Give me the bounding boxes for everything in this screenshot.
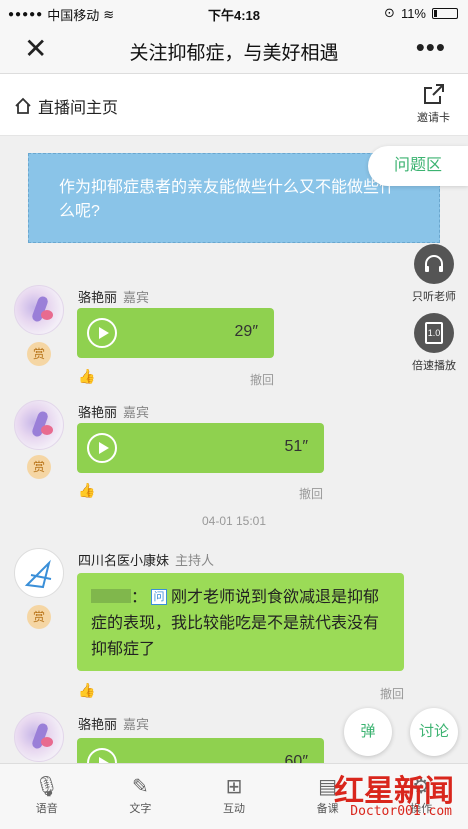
voice-message[interactable]: 51″ <box>77 423 324 473</box>
pen-icon: ✎ <box>132 776 149 798</box>
sender-role: 嘉宾 <box>123 290 150 305</box>
sender-name: 骆艳丽 <box>78 290 118 305</box>
listen-teacher-only-button[interactable]: 只听老师 <box>410 244 458 304</box>
like-icon[interactable]: 👍 <box>78 682 95 699</box>
watermark: 红星新闻 Doctor001.com <box>330 760 460 826</box>
play-icon <box>87 318 117 348</box>
grid-icon: ⊞ <box>225 776 243 798</box>
avatar[interactable] <box>14 285 64 335</box>
tab-label: 互动 <box>222 803 245 815</box>
sender-name: 四川名医小康妹 <box>78 553 170 568</box>
question-text: 作为抑郁症患者的亲友能做些什么又不能做些什么呢? <box>59 179 396 220</box>
like-icon[interactable]: 👍 <box>78 368 95 385</box>
reward-button[interactable]: 赏 <box>27 605 51 629</box>
voice-duration: 29″ <box>234 323 258 340</box>
nav-bar: ✕ 关注抑郁症，与美好相遇 ••• <box>0 26 468 74</box>
text-message[interactable]: ：问刚才老师说到食欲减退是抑郁症的表现，我比较能吃是不是就代表没有抑郁症了 <box>77 573 404 671</box>
tab-voice[interactable]: 🎙 语音 <box>0 764 94 829</box>
sender-role: 嘉宾 <box>123 405 150 420</box>
tab-label: 语音 <box>35 803 58 815</box>
invite-card-button[interactable]: 邀请卡 <box>417 82 450 125</box>
avatar[interactable] <box>14 400 64 450</box>
watermark-site: Doctor001.com <box>350 804 452 819</box>
reward-button[interactable]: 赏 <box>27 342 51 366</box>
battery-percent: 11% <box>400 5 426 21</box>
blurred-username <box>91 589 131 603</box>
sender-row: 骆艳丽 嘉宾 <box>78 287 149 306</box>
sender-role: 嘉宾 <box>123 717 150 732</box>
message-text: 刚才老师说到食欲减退是抑郁症的表现，我比较能吃是不是就代表没有抑郁症了 <box>91 589 380 658</box>
home-label: 直播间主页 <box>38 100 119 117</box>
sender-name: 骆艳丽 <box>78 717 118 732</box>
listen-label: 只听老师 <box>412 291 456 303</box>
recall-button[interactable]: 撤回 <box>250 371 274 388</box>
invite-label: 邀请卡 <box>417 112 450 124</box>
avatar[interactable] <box>14 548 64 598</box>
share-icon <box>423 84 444 104</box>
reward-button[interactable]: 赏 <box>27 455 51 479</box>
recall-button[interactable]: 撤回 <box>380 685 404 702</box>
live-room-home-link[interactable]: 直播间主页 <box>14 94 118 118</box>
home-icon <box>15 97 31 114</box>
tab-label: 文字 <box>129 803 152 815</box>
avatar[interactable] <box>14 712 64 762</box>
sender-row: 四川名医小康妹 主持人 <box>78 550 214 569</box>
timestamp: 04-01 15:01 <box>201 514 267 528</box>
sender-role: 主持人 <box>175 553 215 568</box>
page-title: 关注抑郁症，与美好相遇 <box>129 43 339 64</box>
speed-icon: 1.0 <box>414 313 454 353</box>
voice-message[interactable]: 29″ <box>77 308 274 358</box>
speed-play-button[interactable]: 1.0 倍速播放 <box>410 313 458 373</box>
speed-label: 倍速播放 <box>412 360 456 372</box>
microphone-icon: 🎙 <box>34 776 60 798</box>
recall-button[interactable]: 撤回 <box>299 485 323 502</box>
tab-interact[interactable]: ⊞ 互动 <box>187 764 281 829</box>
voice-duration: 51″ <box>284 438 308 455</box>
question-badge: 问 <box>151 589 168 605</box>
discuss-button[interactable]: 讨论 <box>410 708 458 756</box>
sub-header: 直播间主页 邀请卡 <box>0 74 468 136</box>
orientation-lock-icon: ⊙ <box>384 5 395 20</box>
more-icon[interactable]: ••• <box>416 32 446 63</box>
question-area-tab[interactable]: 问题区 <box>368 146 468 186</box>
sender-row: 骆艳丽 嘉宾 <box>78 402 149 421</box>
sender-row: 骆艳丽 嘉宾 <box>78 714 149 733</box>
headphones-icon <box>414 244 454 284</box>
danmu-toggle-button[interactable]: 弹 <box>344 708 392 756</box>
play-icon <box>87 433 117 463</box>
battery-icon <box>432 7 458 19</box>
speed-value: 1.0 <box>425 322 443 344</box>
status-bar: ●●●●● 中国移动 ≋ 下午4:18 ⊙ 11% <box>0 0 468 26</box>
close-icon[interactable]: ✕ <box>24 34 47 64</box>
tab-text[interactable]: ✎ 文字 <box>94 764 188 829</box>
sender-name: 骆艳丽 <box>78 405 118 420</box>
like-icon[interactable]: 👍 <box>78 482 95 499</box>
